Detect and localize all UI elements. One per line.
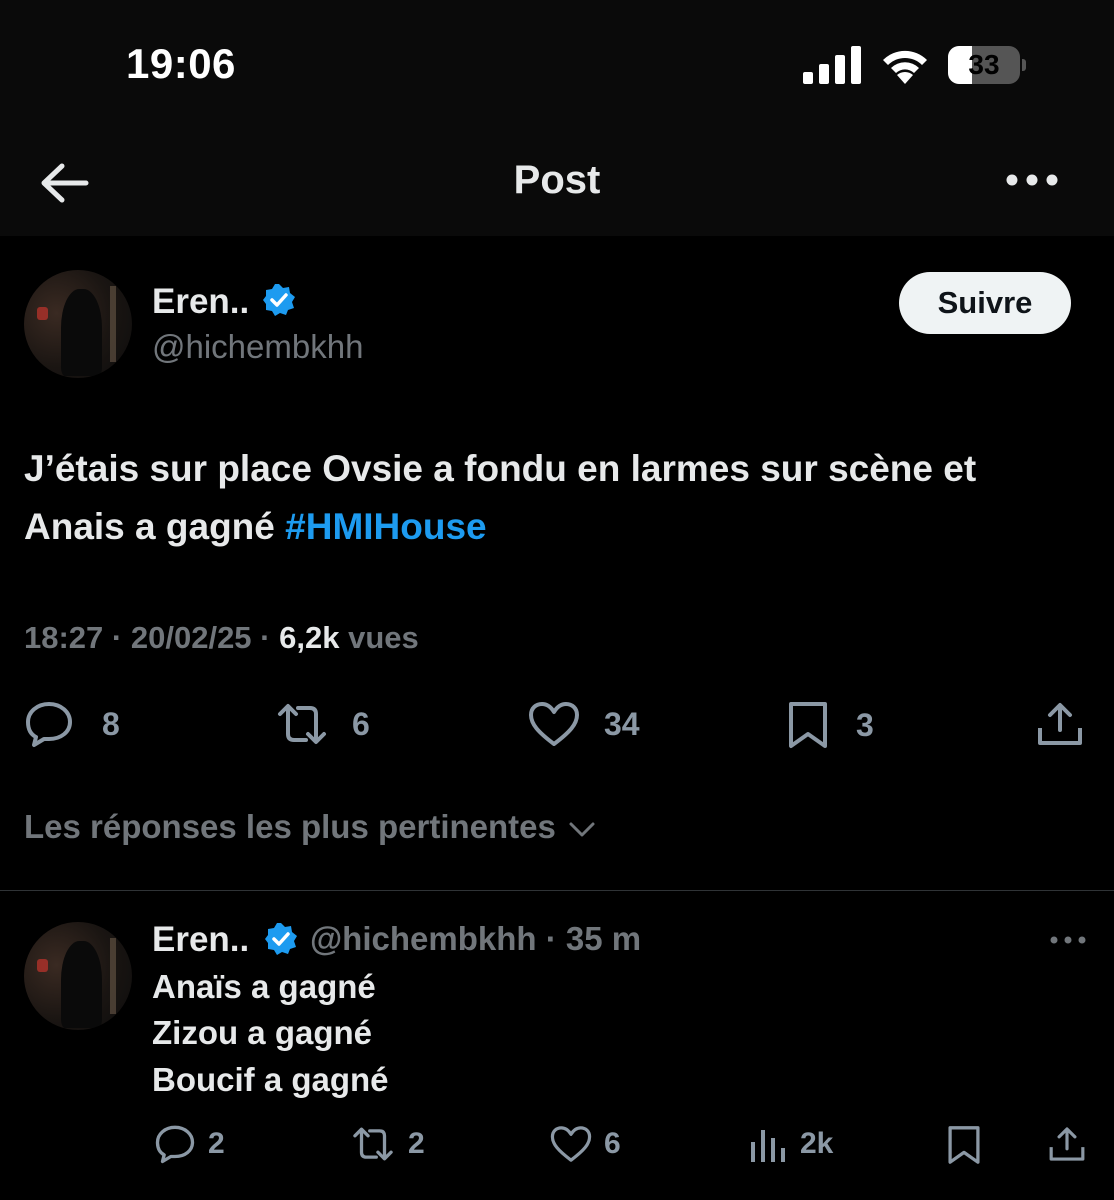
like-action[interactable]: 34 — [528, 700, 640, 748]
reply-repost-count: 2 — [408, 1127, 425, 1160]
post-meta: 18:27 · 20/02/25 · 6,2k vues — [24, 620, 419, 656]
reply-more-options-icon[interactable] — [1048, 930, 1088, 950]
reply-repost-action[interactable]: 2 — [350, 1124, 425, 1164]
reply-views-action[interactable]: 2k — [748, 1124, 833, 1164]
divider — [0, 890, 1114, 891]
reply-reply-count: 2 — [208, 1127, 225, 1160]
reply-text-line: Anaïs a gagné — [152, 968, 376, 1005]
views-label: vues — [348, 620, 419, 655]
chevron-down-icon — [569, 822, 595, 837]
reply-like-count: 6 — [604, 1127, 621, 1160]
post-text-line: Anais a gagné — [24, 506, 286, 547]
meta-separator: · — [260, 620, 271, 655]
reply-text-line: Boucif a gagné — [152, 1061, 389, 1098]
reply-author-handle[interactable]: @hichembkhh — [310, 920, 537, 957]
reply-icon — [155, 1125, 195, 1164]
reply-author-name[interactable]: Eren.. — [152, 920, 249, 960]
heart-icon — [529, 702, 579, 746]
reply-count: 8 — [102, 705, 120, 742]
like-count: 34 — [604, 705, 640, 742]
page-title: Post — [513, 158, 601, 202]
meta-separator: · — [111, 620, 123, 655]
bookmark-count: 3 — [856, 706, 874, 743]
reply-meta: @hichembkhh · 35 m — [310, 920, 641, 958]
wifi-icon — [883, 50, 927, 84]
reply-action[interactable]: 8 — [24, 700, 120, 748]
bookmark-icon — [789, 702, 827, 748]
author-handle[interactable]: @hichembkhh — [152, 328, 363, 366]
replies-sort-dropdown[interactable]: Les réponses les plus pertinentes — [24, 808, 597, 846]
views-chart-icon — [751, 1130, 785, 1162]
share-icon[interactable] — [1036, 700, 1084, 748]
nav-bar: Post — [0, 130, 1114, 236]
repost-icon — [278, 704, 326, 744]
reply-text-line: Zizou a gagné — [152, 1014, 373, 1051]
status-time: 19:06 — [126, 40, 236, 87]
repost-count: 6 — [352, 705, 370, 742]
reply-views-count: 2k — [800, 1127, 834, 1160]
reply-time: 35 m — [565, 920, 642, 957]
post-time: 18:27 — [24, 620, 104, 655]
heart-icon — [550, 1126, 592, 1162]
repost-icon — [353, 1127, 393, 1161]
verified-badge-icon — [263, 284, 295, 316]
replies-sort-label: Les réponses les plus pertinentes — [24, 808, 556, 845]
reply-author-avatar[interactable] — [24, 922, 132, 1030]
bookmark-action[interactable]: 3 — [786, 700, 874, 750]
more-options-icon[interactable] — [1000, 160, 1064, 200]
cellular-signal-icon — [803, 46, 861, 84]
repost-action[interactable]: 6 — [274, 700, 370, 748]
post-text-line: J’étais sur place Ovsie a fondu en larme… — [24, 448, 977, 489]
share-icon[interactable] — [1048, 1124, 1086, 1164]
bookmark-icon[interactable] — [946, 1124, 982, 1166]
post-text: J’étais sur place Ovsie a fondu en larme… — [24, 440, 1099, 556]
author-avatar[interactable] — [24, 270, 132, 378]
reply-icon — [26, 702, 72, 747]
author-name[interactable]: Eren.. — [152, 282, 249, 322]
status-bar: 19:06 33 — [0, 0, 1114, 130]
hashtag-link[interactable]: #HMIHouse — [285, 506, 486, 547]
reply-reply-action[interactable]: 2 — [154, 1124, 225, 1164]
verified-badge-icon — [265, 923, 297, 955]
meta-separator: · — [545, 920, 557, 957]
post-date: 20/02/25 — [130, 620, 252, 655]
follow-button[interactable]: Suivre — [899, 272, 1071, 334]
reply-like-action[interactable]: 6 — [550, 1124, 621, 1164]
battery-level: 33 — [968, 49, 1000, 80]
views-count: 6,2k — [279, 620, 340, 655]
battery-indicator: 33 — [948, 46, 1026, 84]
